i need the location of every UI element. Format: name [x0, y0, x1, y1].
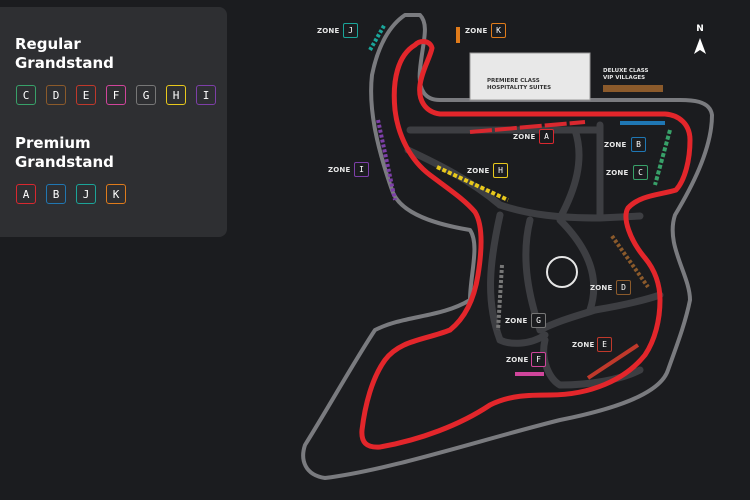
zone-d-badge[interactable]: D [616, 280, 631, 295]
zone-f-badge[interactable]: F [531, 352, 546, 367]
premium-grandstand-title: Premium Grandstand [15, 134, 114, 171]
legend-chip-j[interactable]: J [76, 184, 96, 204]
zone-h-label: ZONE [467, 167, 490, 175]
zone-f-label: ZONE [506, 356, 529, 364]
legend-chip-g[interactable]: G [136, 85, 156, 105]
regular-grandstand-title: Regular Grandstand [15, 35, 114, 72]
legend-chip-c[interactable]: C [16, 85, 36, 105]
legend-chip-k[interactable]: K [106, 184, 126, 204]
zone-c-badge[interactable]: C [633, 165, 648, 180]
compass-label: N [696, 24, 704, 34]
stand-c [653, 129, 672, 186]
legend-chip-h[interactable]: H [166, 85, 186, 105]
legend-chip-b[interactable]: B [46, 184, 66, 204]
zone-j-label: ZONE [317, 27, 340, 35]
central-roundabout [546, 256, 578, 288]
zone-i-badge[interactable]: I [354, 162, 369, 177]
zone-a-label: ZONE [513, 133, 536, 141]
zone-d-label: ZONE [590, 284, 613, 292]
zone-g-label: ZONE [505, 317, 528, 325]
stand-g [496, 264, 504, 331]
north-arrow-icon [694, 38, 706, 54]
premiere-building [469, 52, 591, 101]
legend-chip-d[interactable]: D [46, 85, 66, 105]
zone-e-badge[interactable]: E [597, 337, 612, 352]
service-roads [404, 121, 664, 389]
deluxe-village-label: DELUXE CLASS VIP VILLAGES [603, 68, 649, 81]
zone-i-label: ZONE [328, 166, 351, 174]
deluxe-village-bar [603, 85, 663, 92]
zone-j-badge[interactable]: J [343, 23, 358, 38]
zone-e-label: ZONE [572, 341, 595, 349]
zone-k-label: ZONE [465, 27, 488, 35]
legend-panel: Regular Grandstand CDEFGHI Premium Grandst… [0, 7, 227, 237]
zone-c-label: ZONE [606, 169, 629, 177]
zone-g-badge[interactable]: G [531, 313, 546, 328]
legend-chip-e[interactable]: E [76, 85, 96, 105]
legend-chip-f[interactable]: F [106, 85, 126, 105]
zone-b-badge[interactable]: B [631, 137, 646, 152]
legend-chip-i[interactable]: I [196, 85, 216, 105]
zone-b-label: ZONE [604, 141, 627, 149]
zone-k-badge[interactable]: K [491, 23, 506, 38]
zone-h-badge[interactable]: H [493, 163, 508, 178]
legend-chip-a[interactable]: A [16, 184, 36, 204]
zone-a-badge[interactable]: A [539, 129, 554, 144]
premiere-building-label: PREMIERE CLASS HOSPITALITY SUITES [487, 78, 552, 91]
